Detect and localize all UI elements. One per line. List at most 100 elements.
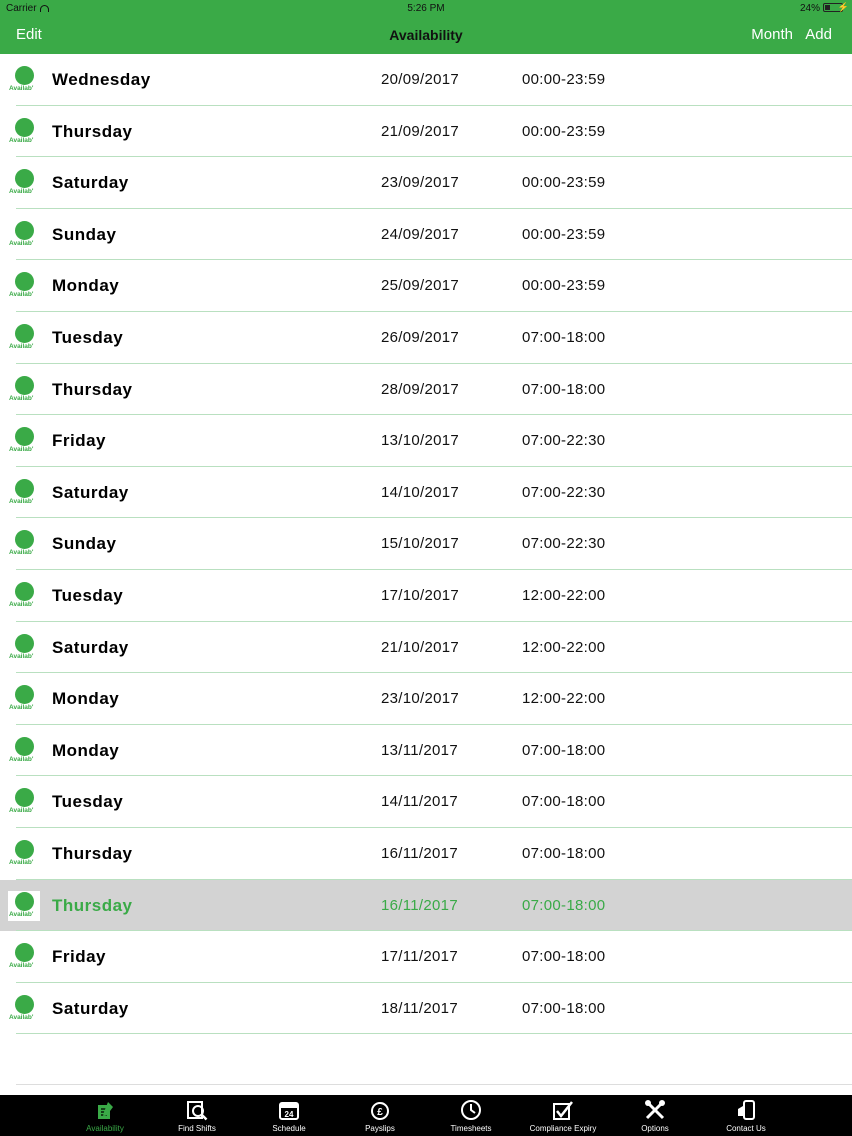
- status-label: Availab': [9, 1013, 34, 1021]
- row-hours: 12:00-22:00: [522, 586, 606, 604]
- available-status-icon: Availab': [8, 323, 40, 353]
- status-label: Availab': [9, 807, 34, 815]
- status-label: Availab': [9, 136, 34, 144]
- tab-label: Schedule: [272, 1124, 306, 1133]
- status-dot: [15, 736, 34, 756]
- list-item[interactable]: Availab' Monday 23/10/2017 12:00-22:00: [0, 673, 852, 725]
- status-label: Availab': [9, 704, 34, 712]
- tab-timesheets[interactable]: Timesheets: [426, 1095, 516, 1136]
- status-label: Availab': [9, 497, 34, 505]
- status-label: Availab': [9, 652, 34, 660]
- calendar-icon: 24: [278, 1099, 300, 1121]
- list-item[interactable]: Availab' Sunday 15/10/2017 07:00-22:30: [0, 518, 852, 570]
- status-label: Availab': [9, 446, 34, 454]
- row-hours: 07:00-18:00: [522, 896, 606, 914]
- available-status-icon: Availab': [8, 117, 40, 147]
- page-title: Availability: [389, 27, 463, 43]
- status-dot: [15, 375, 34, 395]
- row-day: Monday: [52, 689, 120, 709]
- row-date: 15/10/2017: [381, 535, 460, 553]
- row-day: Friday: [52, 947, 107, 967]
- list-item[interactable]: Availab' Monday 13/11/2017 07:00-18:00: [0, 724, 852, 777]
- available-status-icon: Availab': [8, 581, 40, 611]
- available-status-icon: Availab': [8, 375, 40, 405]
- row-day: Saturday: [52, 998, 129, 1018]
- list-item[interactable]: Availab' Sunday 24/09/2017 00:00-23:59: [0, 208, 852, 261]
- row-hours: 07:00-18:00: [522, 948, 606, 966]
- tab-find-shifts[interactable]: Find Shifts: [152, 1095, 242, 1136]
- status-dot: [15, 685, 34, 705]
- availability-list: Availab' Wednesday 20/09/2017 00:00-23:59 Av…: [0, 54, 852, 1035]
- status-dot: [15, 530, 34, 550]
- row-hours: 07:00-18:00: [522, 844, 606, 862]
- status-dot: [15, 633, 34, 653]
- tab-schedule[interactable]: 24 Schedule: [244, 1095, 334, 1136]
- available-status-icon: Availab': [8, 890, 40, 921]
- list-item[interactable]: Availab' Friday 17/11/2017 07:00-18:00: [0, 931, 852, 983]
- checkbox-icon: [552, 1099, 574, 1121]
- list-item[interactable]: Availab' Thursday 28/09/2017 07:00-18:00: [0, 363, 852, 416]
- charging-icon: ⚡: [837, 2, 849, 12]
- row-date: 14/11/2017: [381, 793, 458, 811]
- row-date: 17/10/2017: [381, 586, 460, 604]
- list-item[interactable]: Availab' Monday 25/09/2017 00:00-23:59: [0, 260, 852, 312]
- list-item[interactable]: Availab' Wednesday 20/09/2017 00:00-23:59: [0, 54, 852, 106]
- phone-icon: [735, 1099, 757, 1121]
- list-item[interactable]: Availab' Saturday 23/09/2017 00:00-23:59: [0, 157, 852, 209]
- availability-icon: [94, 1099, 116, 1121]
- tab-label: Availability: [86, 1124, 124, 1133]
- list-item[interactable]: Availab' Thursday 21/09/2017 00:00-23:59: [0, 105, 852, 158]
- list-item[interactable]: Availab' Friday 13/10/2017 07:00-22:30: [0, 415, 852, 467]
- status-label: Availab': [9, 188, 34, 196]
- month-button[interactable]: Month: [751, 26, 793, 43]
- status-dot: [15, 839, 34, 859]
- row-date: 13/11/2017: [381, 741, 458, 759]
- row-date: 16/11/2017: [381, 844, 458, 862]
- status-dot: [15, 943, 34, 963]
- row-day: Thursday: [52, 895, 133, 915]
- available-status-icon: Availab': [8, 736, 40, 766]
- row-date: 17/11/2017: [381, 948, 458, 966]
- row-date: 26/09/2017: [381, 328, 460, 346]
- list-item[interactable]: Availab' Saturday 21/10/2017 12:00-22:00: [0, 621, 852, 674]
- row-date: 16/11/2017: [381, 896, 458, 914]
- add-button[interactable]: Add: [805, 26, 832, 43]
- row-hours: 00:00-23:59: [522, 122, 606, 140]
- row-day: Saturday: [52, 637, 129, 657]
- tab-availability[interactable]: Availability: [60, 1095, 150, 1136]
- find-shifts-icon: [186, 1099, 208, 1121]
- row-hours: 07:00-22:30: [522, 432, 606, 450]
- list-item[interactable]: Availab' Tuesday 17/10/2017 12:00-22:00: [0, 569, 852, 622]
- status-label: Availab': [9, 239, 34, 247]
- tab-contact-us[interactable]: Contact Us: [701, 1095, 791, 1136]
- status-dot: [15, 169, 34, 189]
- row-day: Wednesday: [52, 70, 151, 89]
- list-item[interactable]: Availab' Saturday 14/10/2017 07:00-22:30: [0, 466, 852, 519]
- row-date: 23/09/2017: [381, 174, 460, 192]
- status-dot: [15, 994, 34, 1014]
- row-date: 25/09/2017: [381, 277, 460, 295]
- list-item[interactable]: Availab' Tuesday 14/11/2017 07:00-18:00: [0, 776, 852, 828]
- tab-compliance-expiry[interactable]: Compliance Expiry: [518, 1095, 608, 1136]
- tab-payslips[interactable]: £ Payslips: [335, 1095, 425, 1136]
- list-item[interactable]: Availab' Tuesday 26/09/2017 07:00-18:00: [0, 311, 852, 364]
- row-hours: 12:00-22:00: [522, 638, 606, 656]
- list-item[interactable]: Availab' Thursday 16/11/2017 07:00-18:00: [0, 879, 852, 932]
- row-hours: 07:00-18:00: [522, 380, 606, 398]
- status-label: Availab': [9, 962, 34, 970]
- available-status-icon: Availab': [8, 787, 40, 817]
- row-hours: 07:00-18:00: [522, 793, 606, 811]
- row-hours: 07:00-22:30: [522, 483, 606, 501]
- list-item[interactable]: Availab' Saturday 18/11/2017 07:00-18:00: [0, 982, 852, 1035]
- status-label: Availab': [9, 394, 34, 402]
- tab-options[interactable]: Options: [610, 1095, 700, 1136]
- list-item[interactable]: Availab' Thursday 16/11/2017 07:00-18:00: [0, 827, 852, 880]
- row-day: Monday: [52, 740, 120, 760]
- row-day: Thursday: [52, 121, 133, 141]
- svg-text:24: 24: [285, 1110, 294, 1119]
- row-hours: 07:00-18:00: [522, 741, 606, 759]
- status-dot: [15, 478, 34, 498]
- available-status-icon: Availab': [8, 220, 40, 250]
- row-date: 21/09/2017: [381, 122, 460, 140]
- available-status-icon: Availab': [8, 529, 40, 559]
